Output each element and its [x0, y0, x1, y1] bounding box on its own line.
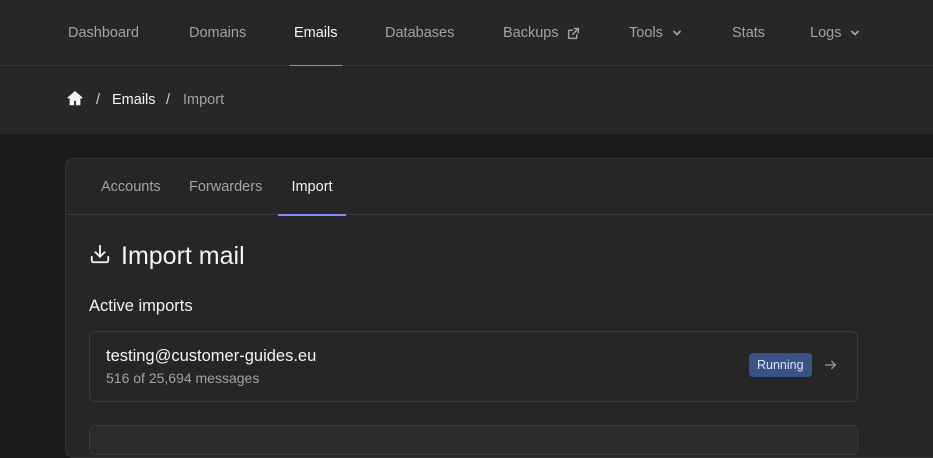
breadcrumb-separator: / [96, 92, 101, 108]
active-tab-indicator [278, 214, 346, 216]
import-email: testing@customer-guides.eu [106, 347, 317, 365]
nav-emails[interactable]: Emails [290, 0, 342, 67]
nav-stats-label: Stats [732, 25, 766, 41]
email-tabs: Accounts Forwarders Import [66, 159, 933, 216]
download-icon [89, 243, 111, 270]
nav-logs-label: Logs [810, 25, 842, 41]
nav-tools-label: Tools [629, 25, 663, 41]
tab-import-label: Import [291, 179, 333, 195]
nav-dashboard[interactable]: Dashboard [68, 0, 139, 66]
import-row[interactable]: testing@customer-guides.eu 516 of 25,694… [89, 331, 858, 402]
list-item[interactable] [89, 425, 858, 455]
status-badge: Running [749, 353, 812, 377]
tab-forwarders-label: Forwarders [189, 179, 263, 195]
tab-accounts[interactable]: Accounts [101, 159, 161, 215]
breadcrumb-emails[interactable]: Emails [112, 66, 156, 134]
nav-domains-label: Domains [189, 25, 247, 41]
nav-databases-label: Databases [385, 25, 455, 41]
page-title: Import mail [89, 239, 245, 273]
tab-import[interactable]: Import [278, 159, 346, 216]
nav-dashboard-label: Dashboard [68, 25, 139, 41]
tab-forwarders[interactable]: Forwarders [189, 159, 262, 215]
section-title: Active imports [89, 297, 193, 315]
breadcrumb-separator: / [166, 92, 171, 108]
chevron-down-icon [849, 27, 861, 39]
external-link-icon [567, 27, 580, 40]
breadcrumb: / Emails / Import [0, 66, 933, 134]
import-progress: 516 of 25,694 messages [106, 370, 260, 386]
top-navigation: Dashboard Domains Emails Databases Backu… [0, 0, 933, 67]
page-title-text: Import mail [121, 241, 245, 270]
nav-tools[interactable]: Tools [629, 0, 683, 66]
chevron-down-icon [671, 27, 683, 39]
home-icon [66, 89, 84, 111]
main-card: Accounts Forwarders Import Import mail A… [65, 158, 933, 458]
nav-stats[interactable]: Stats [732, 0, 765, 66]
breadcrumb-import: Import [183, 92, 225, 108]
nav-backups[interactable]: Backups [503, 0, 580, 66]
nav-emails-label: Emails [294, 25, 338, 41]
nav-logs[interactable]: Logs [810, 0, 861, 66]
nav-databases[interactable]: Databases [385, 0, 454, 66]
home-link[interactable] [66, 66, 84, 134]
arrow-right-icon [824, 358, 838, 377]
nav-backups-label: Backups [503, 25, 559, 41]
tab-accounts-label: Accounts [101, 179, 161, 195]
nav-domains[interactable]: Domains [189, 0, 246, 66]
